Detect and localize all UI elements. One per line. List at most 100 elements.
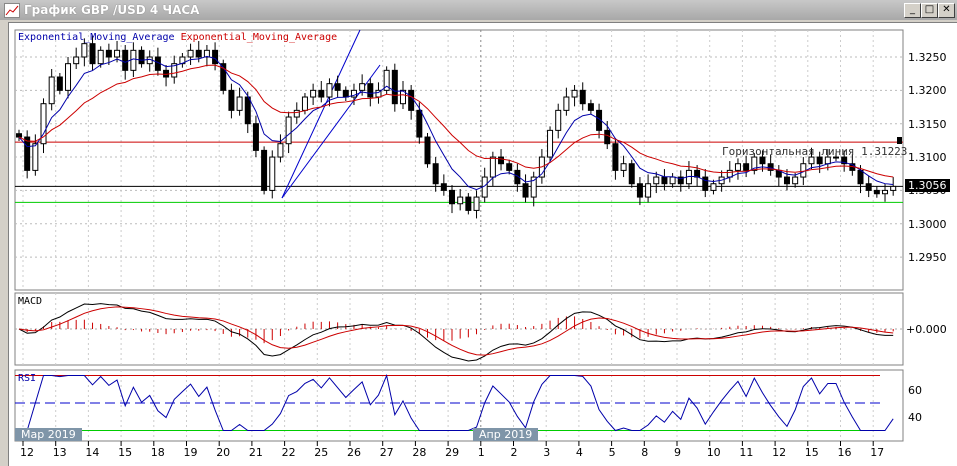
hline-label: Горизонтальная линия 1.31223: [722, 145, 908, 158]
candle-bear: [16, 133, 22, 138]
candle-bear: [195, 49, 202, 58]
candle-bear: [244, 96, 251, 125]
month-label: Апр 2019: [473, 428, 539, 441]
legend-ema-fast: Exponential_Moving_Average Exponential_M…: [18, 32, 337, 43]
candle-bear: [212, 49, 219, 65]
date-label: 9: [674, 446, 681, 459]
candle-bull: [669, 176, 676, 185]
price-label: 1.3250: [908, 51, 947, 64]
candle-bull: [547, 129, 554, 158]
candle-bear: [391, 69, 398, 105]
candle-bull: [285, 116, 292, 145]
candle-bull: [326, 83, 333, 98]
candle-bull: [473, 196, 480, 211]
candle-bull: [48, 76, 55, 105]
candle-bear: [105, 49, 112, 58]
candle-bear: [743, 163, 750, 171]
date-label: 13: [52, 446, 67, 459]
chart-canvas[interactable]: [0, 0, 957, 465]
date-label: 28: [412, 446, 427, 459]
date-label: 2: [510, 446, 518, 459]
candle-bear: [498, 156, 505, 165]
candle-bear: [759, 156, 766, 165]
candle-bear: [865, 183, 872, 191]
candle-bear: [873, 189, 880, 195]
rsi-label: RSI: [18, 373, 37, 384]
price-label: 1.3150: [908, 118, 947, 131]
price-label: 1.3000: [908, 218, 947, 231]
candle-bear: [612, 143, 619, 171]
price-label: 1.3100: [908, 151, 947, 164]
month-label: Мар 2019: [15, 428, 82, 441]
date-label: 4: [575, 446, 583, 459]
candle-bear: [89, 43, 96, 65]
candle-bear: [506, 163, 513, 171]
date-label: 27: [379, 446, 394, 459]
candle-bear: [424, 136, 431, 165]
candle-bear: [432, 163, 439, 185]
candle-bear: [587, 103, 594, 111]
candle-bull: [73, 56, 80, 65]
candle-bull: [824, 156, 831, 165]
candle-bull: [97, 49, 104, 65]
date-label: 16: [837, 446, 852, 459]
candle-bull: [269, 156, 276, 191]
current-price-tag: 1.3056: [905, 179, 950, 192]
candle-bull: [653, 176, 660, 185]
candle-bear: [408, 89, 415, 111]
price-label: 1.2950: [908, 251, 947, 264]
date-label: 26: [347, 446, 361, 459]
price-label: 1.3200: [908, 84, 947, 97]
candle-bull: [277, 143, 284, 158]
date-label: 15: [118, 446, 133, 459]
candle-bull: [563, 96, 570, 111]
candle-bear: [56, 76, 63, 91]
candle-bear: [579, 89, 586, 105]
date-label: 8: [641, 446, 649, 459]
candle-bull: [130, 49, 137, 71]
candle-bear: [465, 196, 472, 211]
macd-zero-label: +0.000: [906, 323, 947, 336]
candle-bull: [792, 176, 799, 185]
candle-bear: [318, 89, 325, 98]
candle-bull: [710, 183, 717, 191]
candle-bear: [604, 129, 611, 145]
rsi-level-label: 60: [908, 384, 922, 397]
date-label: 3: [543, 446, 551, 459]
date-label: 12: [772, 446, 787, 459]
candle-bull: [734, 163, 741, 171]
candle-bear: [138, 49, 145, 65]
chart-pane: [14, 29, 904, 291]
candle-bear: [661, 176, 668, 185]
ema-slow-label: Exponential_Moving_Average: [180, 32, 338, 43]
candle-bear: [334, 83, 341, 91]
candle-bear: [342, 89, 349, 98]
candle-bear: [522, 183, 529, 198]
candle-bull: [81, 43, 88, 58]
date-label: 5: [608, 446, 616, 459]
candle-bear: [122, 49, 129, 71]
candle-bull: [457, 196, 464, 205]
candle-bull: [187, 49, 194, 58]
candle-bear: [816, 156, 823, 165]
candle-bear: [261, 149, 268, 191]
date-label: 14: [85, 446, 100, 459]
candle-bear: [857, 169, 864, 185]
candle-bull: [301, 96, 308, 111]
candle-bear: [24, 136, 31, 171]
candle-bear: [440, 183, 447, 191]
candle-bull: [620, 163, 627, 171]
candle-bull: [882, 189, 889, 195]
rsi-level-label: 40: [908, 411, 922, 424]
date-label: 17: [870, 446, 885, 459]
candle-bear: [702, 176, 709, 191]
candle-bear: [636, 183, 643, 198]
hline-handle: [897, 137, 902, 144]
date-label: 12: [20, 446, 34, 459]
candle-bull: [571, 89, 578, 98]
candle-bull: [32, 143, 39, 171]
candle-bull: [310, 89, 317, 98]
candle-bull: [359, 83, 366, 91]
date-label: 25: [314, 446, 329, 459]
candle-bear: [252, 123, 259, 151]
